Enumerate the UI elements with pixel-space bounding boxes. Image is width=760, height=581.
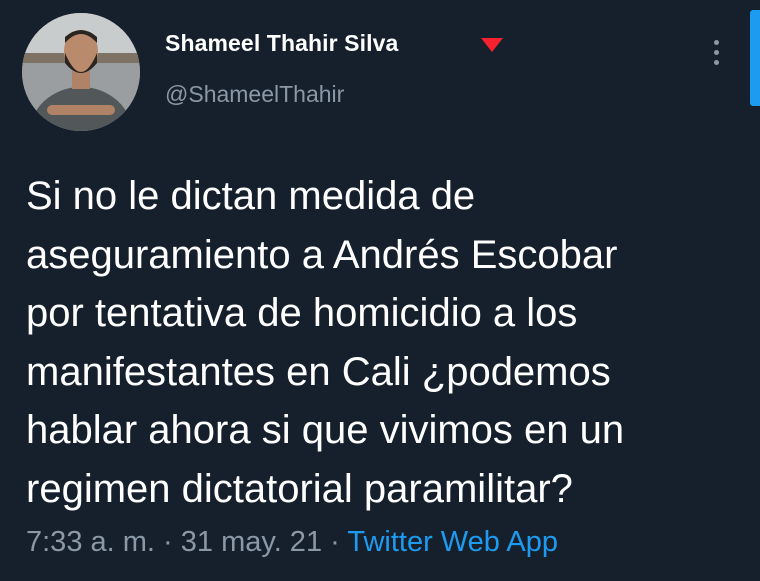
tweet-text-line: por tentativa de homicidio a los — [26, 291, 578, 335]
author-handle[interactable]: @ShameelThahir — [165, 81, 344, 108]
more-options-button[interactable] — [706, 34, 726, 70]
meta-separator: · — [322, 526, 348, 558]
red-triangle-down-icon — [481, 38, 503, 52]
tweet-card: Shameel Thahir Silva @ShameelThahir Si n… — [0, 0, 760, 581]
tweet-text: Si no le dictan medida de aseguramiento … — [26, 167, 741, 518]
vertical-ellipsis-icon — [713, 49, 719, 55]
tweet-text-line: aseguramiento a Andrés Escobar — [26, 232, 618, 277]
tweet-time[interactable]: 7:33 a. m. — [26, 526, 155, 558]
tweet-text-line: regimen dictatorial paramilitar? — [26, 466, 573, 511]
tweet-metadata: 7:33 a. m. · 31 may. 21 · Twitter Web Ap… — [26, 526, 558, 559]
tweet-text-line: hablar ahora si que vivimos en un — [26, 408, 625, 452]
vertical-ellipsis-icon — [713, 39, 719, 45]
tweet-text-line: Si no le dictan medida de — [26, 174, 476, 218]
scrollbar[interactable] — [750, 10, 760, 106]
avatar[interactable] — [22, 13, 140, 131]
tweet-source-link[interactable]: Twitter Web App — [347, 526, 558, 558]
tweet-date[interactable]: 31 may. 21 — [181, 526, 322, 558]
meta-separator: · — [154, 526, 181, 558]
author-display-name[interactable]: Shameel Thahir Silva — [165, 30, 398, 57]
avatar-photo-icon — [22, 13, 140, 131]
vertical-ellipsis-icon — [713, 59, 719, 65]
tweet-text-line: manifestantes en Cali ¿podemos — [26, 349, 611, 394]
